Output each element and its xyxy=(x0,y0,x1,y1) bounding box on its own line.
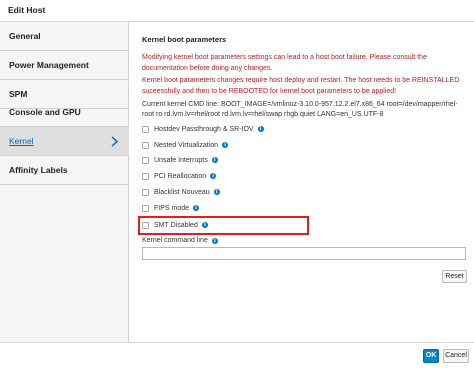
warning-boot-failure: Modifying kernel boot parameters setting… xyxy=(142,54,427,72)
info-icon[interactable]: i xyxy=(193,205,200,211)
highlight-box xyxy=(138,216,309,235)
option-pci-reallocation[interactable]: PCI Reallocation i xyxy=(142,170,217,182)
warning-reinstall: Kernel boot parameters changes require h… xyxy=(142,77,460,95)
kernel-command-line-input[interactable] xyxy=(142,247,466,260)
info-icon[interactable]: i xyxy=(222,142,229,148)
kernel-command-line-label: Kernel command line i xyxy=(142,237,218,244)
dialog-header: Edit Host xyxy=(0,0,474,22)
info-icon[interactable]: i xyxy=(210,173,217,179)
option-label: Unsafe Interrupts xyxy=(154,156,208,164)
option-label: FIPS mode xyxy=(154,204,190,212)
sidebar-item-kernel[interactable]: Kernel xyxy=(0,127,129,156)
info-icon[interactable]: i xyxy=(257,126,264,132)
option-label: Hostdev Passthrough & SR-IOV xyxy=(154,125,254,133)
hostdev-passthrough-checkbox[interactable] xyxy=(142,125,149,133)
option-label: PCI Reallocation xyxy=(154,172,207,180)
dialog-title: Edit Host xyxy=(8,5,46,15)
current-cmdline-text: Current kernel CMD line: BOOT_IMAGE=/vml… xyxy=(142,101,458,118)
option-label: Blacklist Nouveau xyxy=(154,188,210,196)
sidebar-item-general[interactable]: General xyxy=(0,22,129,51)
cancel-button[interactable]: Cancel xyxy=(443,349,469,363)
option-nested-virtualization[interactable]: Nested Virtualization i xyxy=(142,139,229,151)
info-icon[interactable]: i xyxy=(213,189,220,195)
sidebar-item-affinity-labels[interactable]: Affinity Labels xyxy=(0,156,129,185)
option-blacklist-nouveau[interactable]: Blacklist Nouveau i xyxy=(142,186,220,198)
fips-mode-checkbox[interactable] xyxy=(142,204,149,212)
reset-button[interactable]: Reset xyxy=(442,270,467,283)
unsafe-interrupts-checkbox[interactable] xyxy=(142,156,149,164)
pci-reallocation-checkbox[interactable] xyxy=(142,172,149,180)
info-icon[interactable]: i xyxy=(211,237,218,244)
info-icon[interactable]: i xyxy=(211,157,218,163)
sidebar-item-power-management[interactable]: Power Management xyxy=(0,51,129,80)
nested-virtualization-checkbox[interactable] xyxy=(142,141,149,149)
blacklist-nouveau-checkbox[interactable] xyxy=(142,188,149,196)
dialog-footer: OK Cancel xyxy=(0,342,474,373)
option-unsafe-interrupts[interactable]: Unsafe Interrupts i xyxy=(142,154,218,166)
section-title: Kernel boot parameters xyxy=(142,35,227,44)
option-fips-mode[interactable]: FIPS mode i xyxy=(142,202,200,214)
sidebar-item-console-and-gpu[interactable]: Console and GPU xyxy=(0,98,129,127)
sidebar: General Power Management SPM Console and… xyxy=(0,22,129,342)
chevron-right-icon xyxy=(111,136,119,147)
option-hostdev-passthrough[interactable]: Hostdev Passthrough & SR-IOV i xyxy=(142,123,264,135)
ok-button[interactable]: OK xyxy=(423,349,439,363)
option-label: Nested Virtualization xyxy=(154,141,219,149)
